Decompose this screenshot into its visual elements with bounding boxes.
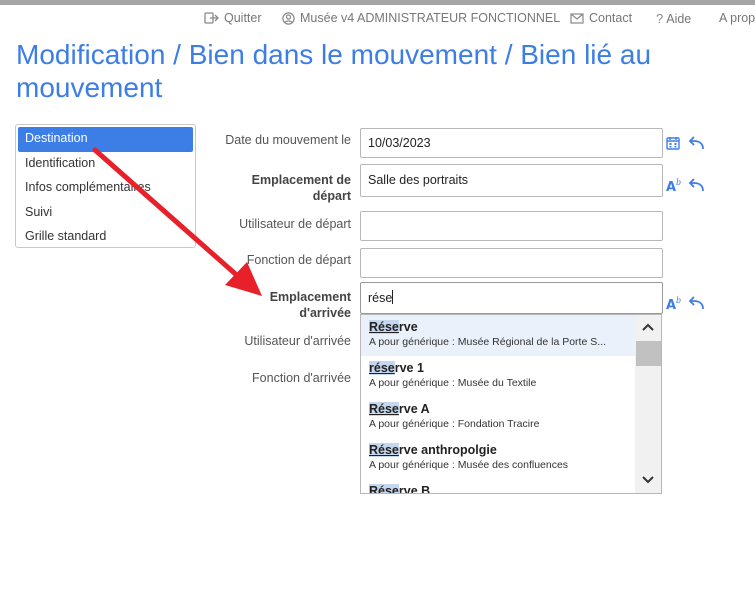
menu-item-destination[interactable]: Destination — [18, 127, 193, 152]
scrollbar-thumb[interactable] — [636, 341, 661, 366]
contact-label: Contact — [589, 11, 633, 25]
undo-departure-icon[interactable] — [688, 178, 705, 192]
scroll-down-icon[interactable] — [641, 475, 655, 485]
menu-item-identification[interactable]: Identification — [18, 152, 193, 177]
top-navigation: Quitter Musée v4 ADMINISTRATEUR FONCTION… — [0, 11, 755, 29]
dropdown-scrollbar[interactable] — [635, 315, 661, 493]
date-label: Date du mouvement le — [225, 133, 351, 147]
arrival-user-label: Utilisateur d'arrivée — [244, 334, 351, 348]
logout-icon — [204, 12, 219, 24]
autocomplete-option[interactable]: Réserve B — [361, 479, 636, 493]
about-label: A propos — [719, 11, 755, 25]
section-menu: Destination Identification Infos complém… — [15, 124, 196, 248]
undo-date-icon[interactable] — [688, 136, 705, 150]
user-icon — [282, 11, 295, 25]
calendar-icon[interactable] — [666, 136, 680, 150]
menu-item-suivi[interactable]: Suivi — [18, 201, 193, 226]
scroll-up-icon[interactable] — [641, 322, 655, 332]
svg-text:b: b — [676, 296, 681, 305]
page-title: Modification / Bien dans le mouvement / … — [16, 39, 652, 103]
arrival-location-input[interactable]: rése — [360, 282, 663, 314]
user-link[interactable]: Musée v4 ADMINISTRATEUR FONCTIONNEL — [282, 11, 560, 25]
quit-label: Quitter — [224, 11, 262, 25]
contact-link[interactable]: Contact — [570, 11, 632, 25]
departure-user-input[interactable] — [360, 211, 663, 241]
arrival-location-label: Emplacement d'arrivée — [269, 290, 351, 320]
text-caret — [392, 290, 394, 304]
user-label: Musée v4 ADMINISTRATEUR FONCTIONNEL — [300, 11, 561, 25]
departure-user-label: Utilisateur de départ — [239, 217, 351, 231]
date-input[interactable]: 10/03/2023 — [360, 128, 663, 158]
help-label: Aide — [666, 11, 692, 26]
help-link[interactable]: ? Aide — [656, 11, 691, 26]
about-link[interactable]: A propos — [719, 11, 755, 25]
envelope-icon — [570, 12, 584, 24]
autocomplete-dropdown[interactable]: Réserve A pour générique : Musée Régiona… — [360, 314, 662, 494]
arrival-location-value: rése — [368, 291, 393, 305]
font-style-icon[interactable]: Ab — [666, 296, 682, 310]
font-style-icon[interactable]: Ab — [666, 178, 682, 192]
question-icon: ? — [656, 11, 664, 26]
top-accent-bar — [0, 0, 755, 5]
departure-function-label: Fonction de départ — [246, 253, 351, 267]
menu-item-grille-standard[interactable]: Grille standard — [18, 225, 193, 250]
autocomplete-option[interactable]: Réserve A pour générique : Musée Régiona… — [361, 315, 636, 356]
departure-function-input[interactable] — [360, 248, 663, 278]
autocomplete-option[interactable]: Réserve A A pour générique : Fondation T… — [361, 397, 636, 438]
autocomplete-option[interactable]: Réserve anthropolgie A pour générique : … — [361, 438, 636, 479]
departure-location-label: Emplacement de départ — [251, 173, 351, 203]
svg-text:b: b — [676, 178, 681, 187]
undo-arrival-icon[interactable] — [688, 296, 705, 310]
arrival-function-label: Fonction d'arrivée — [252, 371, 351, 385]
autocomplete-option[interactable]: réserve 1 A pour générique : Musée du Te… — [361, 356, 636, 397]
menu-item-infos-complementaires[interactable]: Infos complémentaires — [18, 176, 193, 201]
svg-text:A: A — [666, 298, 676, 310]
departure-location-input[interactable]: Salle des portraits — [360, 164, 663, 197]
quit-link[interactable]: Quitter — [204, 11, 262, 25]
svg-text:A: A — [666, 180, 676, 192]
